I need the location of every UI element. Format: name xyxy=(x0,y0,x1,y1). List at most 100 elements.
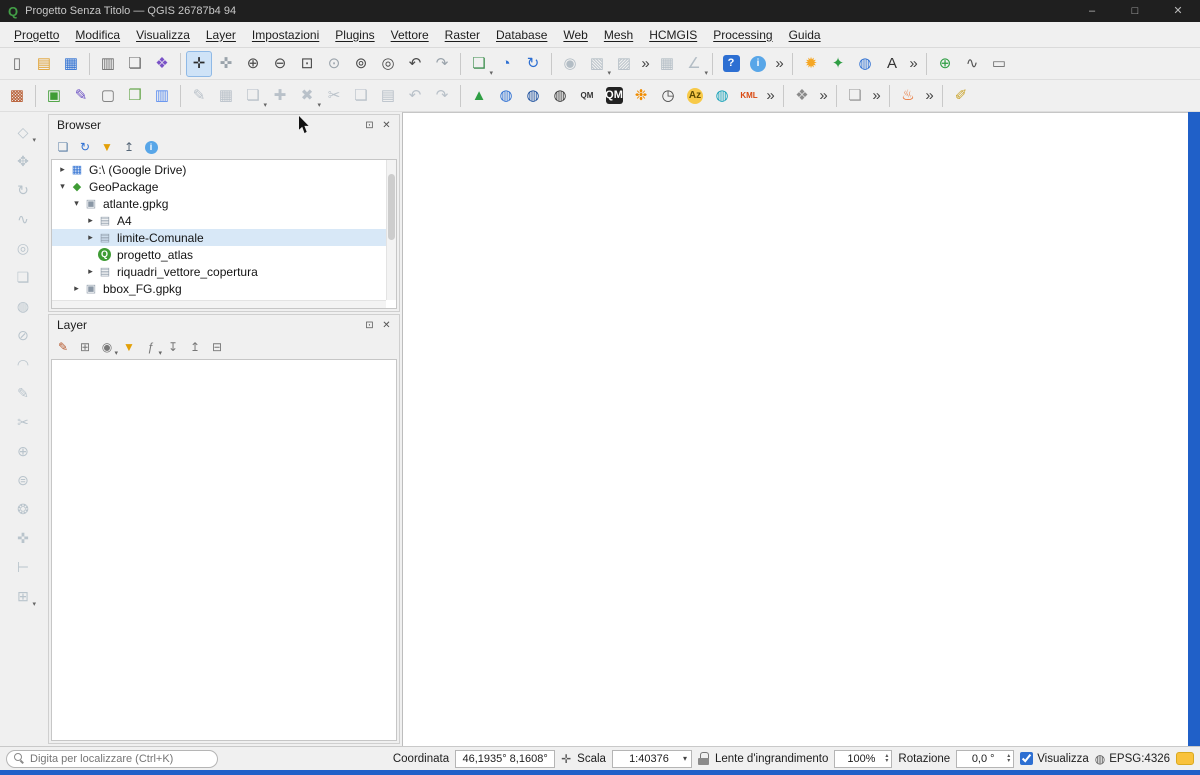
toolbar-extension-1-icon[interactable]: » xyxy=(638,51,653,77)
qms-services-icon[interactable]: ◍ xyxy=(520,83,546,109)
browser-item-limite-comunale[interactable]: ▸ ▤ limite-Comunale xyxy=(52,229,386,246)
menu-plugins[interactable]: Plugins xyxy=(327,24,382,46)
fill-ring-icon[interactable]: ◍ xyxy=(11,294,35,318)
share-plugin-icon[interactable]: ✦ xyxy=(825,51,851,77)
style-manager-icon[interactable]: ❖ xyxy=(149,51,175,77)
split-features-icon[interactable]: ✂ xyxy=(11,410,35,434)
messages-icon[interactable] xyxy=(1176,752,1194,765)
extent-toggle-icon[interactable]: ✛ xyxy=(561,752,571,766)
locator-input[interactable] xyxy=(30,752,210,765)
add-feature-icon[interactable]: ✚ xyxy=(267,83,293,109)
new-shapefile-icon[interactable]: ✎ xyxy=(68,83,94,109)
select-features-icon[interactable]: ▧ ▾ xyxy=(584,51,611,77)
menu-raster[interactable]: Raster xyxy=(437,24,488,46)
qms-search-icon[interactable]: ◍ xyxy=(493,83,519,109)
tree-expander-icon[interactable]: ▸ xyxy=(84,215,97,226)
dropdown-arrow-icon[interactable]: ▾ xyxy=(158,349,162,357)
merge-attributes-icon[interactable]: ⊜ xyxy=(11,468,35,492)
magnifier-input[interactable] xyxy=(838,752,885,765)
cut-features-icon[interactable]: ✂ xyxy=(321,83,347,109)
temporal-clock-icon[interactable]: ◷ xyxy=(655,83,681,109)
collapse-all-icon[interactable]: ↥ xyxy=(185,337,205,357)
zoom-native-icon[interactable]: ◎ xyxy=(375,51,401,77)
web-globe-icon[interactable]: ◍ xyxy=(852,51,878,77)
rotation-spinbox[interactable]: ▴▾ xyxy=(956,749,1015,768)
zoom-to-selection-icon[interactable]: ⊙ xyxy=(321,51,347,77)
menu-processing[interactable]: Processing xyxy=(705,24,780,46)
browser-properties-icon[interactable]: i xyxy=(141,137,161,157)
scrollbar-thumb[interactable] xyxy=(388,174,395,240)
az-geocoder-icon[interactable]: Az xyxy=(682,83,708,109)
lock-scale-icon[interactable] xyxy=(697,752,709,765)
reshape-features-icon[interactable]: ✎ xyxy=(11,381,35,405)
layers-list-area[interactable] xyxy=(51,359,397,741)
plugin-sun-icon[interactable]: ✹ xyxy=(798,51,824,77)
browser-filter-icon[interactable]: ▼ xyxy=(97,137,117,157)
pan-to-selection-icon[interactable]: ✜ xyxy=(213,51,239,77)
zoom-next-icon[interactable]: ↷ xyxy=(429,51,455,77)
browser-item-geopackage[interactable]: ▾ ◆ GeoPackage xyxy=(52,178,386,195)
menu-guida[interactable]: Guida xyxy=(781,24,829,46)
menu-layer[interactable]: Layer xyxy=(198,24,244,46)
qm-tiles-icon[interactable]: QM xyxy=(574,83,600,109)
map-canvas[interactable] xyxy=(402,112,1188,746)
browser-vertical-scrollbar[interactable] xyxy=(386,160,396,300)
menu-visualizza[interactable]: Visualizza xyxy=(128,24,198,46)
close-button[interactable]: ✕ xyxy=(1160,0,1196,22)
filter-by-expression-icon[interactable]: ƒ ▾ xyxy=(141,337,162,357)
identify-features-icon[interactable]: ◉ xyxy=(557,51,583,77)
misc-tool-icon[interactable]: ❏ xyxy=(842,83,868,109)
new-geopackage-icon[interactable]: ▣ xyxy=(41,83,67,109)
zoom-in-icon[interactable]: ⊕ xyxy=(240,51,266,77)
simplify-feature-icon[interactable]: ∿ xyxy=(11,207,35,231)
toolbar-extension-7-icon[interactable]: » xyxy=(922,83,937,109)
tree-expander-icon[interactable]: ▸ xyxy=(56,164,69,175)
new-map-view-icon[interactable]: ❏ ▾ xyxy=(466,51,493,77)
search-binoculars-icon[interactable]: ◍ xyxy=(547,83,573,109)
rotation-input[interactable] xyxy=(960,752,1007,765)
maximize-button[interactable]: □ xyxy=(1117,0,1153,22)
cyan-globe-icon[interactable]: ◍ xyxy=(709,83,735,109)
new-spatialite-icon[interactable]: ▢ xyxy=(95,83,121,109)
trim-extend-icon[interactable]: ⊢ xyxy=(11,555,35,579)
measure-icon[interactable]: ∠ ▾ xyxy=(681,51,708,77)
locator-search[interactable] xyxy=(6,749,218,768)
browser-close-button[interactable]: ✕ xyxy=(378,120,395,131)
zoom-to-feature-icon[interactable]: ⊕ xyxy=(932,51,958,77)
remove-layer-icon[interactable]: ⊟ xyxy=(207,337,227,357)
plugin-puzzle-icon[interactable]: ❖ xyxy=(789,83,815,109)
dropdown-arrow-icon[interactable]: ▾ xyxy=(114,349,118,357)
browser-add-layers-icon[interactable]: ❏ xyxy=(53,137,73,157)
browser-refresh-icon[interactable]: ↻ xyxy=(75,137,95,157)
coordinate-input[interactable] xyxy=(459,752,552,765)
save-layer-edits-icon[interactable]: ▦ xyxy=(213,83,239,109)
tree-expander-icon[interactable]: ▸ xyxy=(84,266,97,277)
rotate-point-symbols-icon[interactable]: ❂ xyxy=(11,497,35,521)
scale-input[interactable] xyxy=(615,752,682,765)
help-contents-icon[interactable]: ? xyxy=(718,51,744,77)
flame-tool-icon[interactable]: ♨ xyxy=(895,83,921,109)
spin-down-icon[interactable]: ▾ xyxy=(1007,758,1010,764)
spin-down-icon[interactable]: ▾ xyxy=(885,758,888,764)
data-source-manager-icon[interactable]: ▩ xyxy=(4,83,30,109)
minimize-button[interactable]: – xyxy=(1074,0,1110,22)
menu-mesh[interactable]: Mesh xyxy=(596,24,641,46)
layout-manager-icon[interactable]: ❏ xyxy=(122,51,148,77)
dropdown-arrow-icon[interactable]: ▾ xyxy=(32,600,36,608)
menu-web[interactable]: Web xyxy=(555,24,595,46)
toggle-editing-icon[interactable]: ✎ xyxy=(186,83,212,109)
zoom-to-layer-icon[interactable]: ⊚ xyxy=(348,51,374,77)
scale-dropdown-icon[interactable]: ▾ xyxy=(682,754,688,763)
open-layer-styling-icon[interactable]: ✎ xyxy=(53,337,73,357)
move-feature-icon[interactable]: ✥ xyxy=(11,149,35,173)
sketch-pencil-icon[interactable]: ✐ xyxy=(948,83,974,109)
new-print-layout-icon[interactable]: ▥ xyxy=(95,51,121,77)
project-open-icon[interactable]: ▤ xyxy=(31,51,57,77)
menu-vettore[interactable]: Vettore xyxy=(383,24,437,46)
coordinate-box[interactable] xyxy=(455,749,556,768)
delete-ring-icon[interactable]: ⊘ xyxy=(11,323,35,347)
toolbar-extension-6-icon[interactable]: » xyxy=(869,83,884,109)
pan-map-icon[interactable]: ✛ xyxy=(186,50,212,77)
deselect-features-icon[interactable]: ▨ xyxy=(611,51,637,77)
project-new-icon[interactable]: ▯ xyxy=(4,51,30,77)
